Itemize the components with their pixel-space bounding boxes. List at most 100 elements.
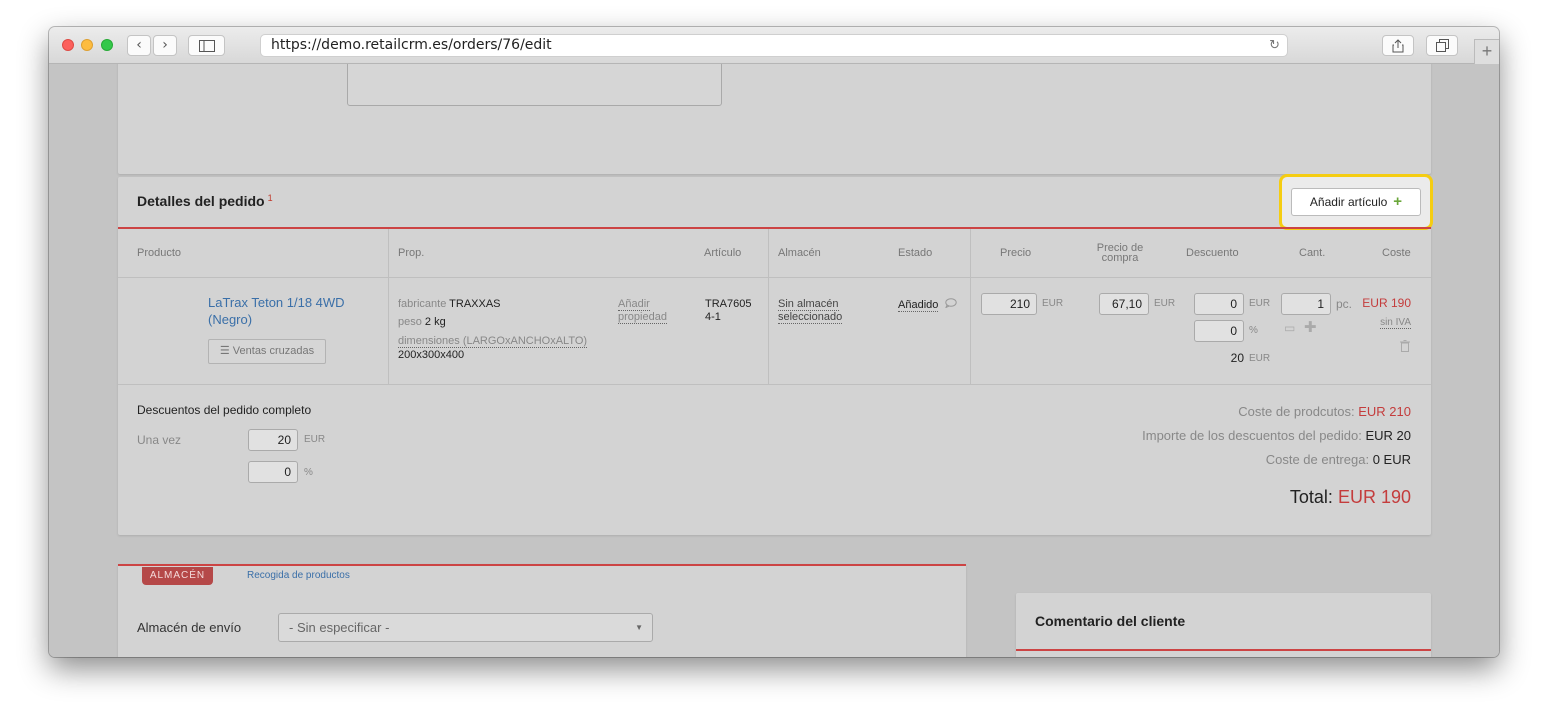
- new-tab-button[interactable]: +: [1474, 39, 1499, 64]
- add-quantity-icon[interactable]: ✚: [1304, 318, 1317, 336]
- discount-amount-input[interactable]: 0: [1194, 293, 1244, 315]
- tabs-overview-button[interactable]: [1426, 35, 1458, 56]
- product-name-link[interactable]: LaTrax Teton 1/18 4WD (Negro): [208, 294, 358, 328]
- price-unit: EUR: [1042, 298, 1064, 309]
- warehouse-value: Sin almacén seleccionado: [778, 298, 843, 324]
- col-header-product: Producto: [137, 247, 182, 259]
- status-selector[interactable]: Añadido: [898, 298, 958, 312]
- order-discount-amount-input[interactable]: 20: [248, 429, 298, 451]
- total-value: EUR 190: [1337, 487, 1411, 507]
- plus-icon: +: [1393, 193, 1403, 210]
- add-property-link[interactable]: Añadir propiedad: [618, 298, 678, 324]
- cross-sell-button[interactable]: ☰ Ventas cruzadas: [208, 339, 326, 364]
- chevron-down-icon: ▼: [635, 623, 643, 632]
- discount-total-unit: EUR: [1249, 353, 1271, 364]
- customer-comment-card: Comentario del cliente: [1016, 593, 1431, 657]
- add-item-button[interactable]: Añadir artículo +: [1291, 188, 1421, 216]
- shipping-warehouse-label: Almacén de envío: [137, 620, 242, 635]
- prop-key: fabricante: [398, 298, 447, 310]
- prop-weight: peso 2 kg: [398, 316, 446, 328]
- products-cost-row: Coste de prodcutos: EUR 210: [1238, 404, 1411, 419]
- share-icon: [1392, 39, 1404, 53]
- back-button[interactable]: ‹: [127, 35, 151, 56]
- share-button[interactable]: [1382, 35, 1414, 56]
- browser-window: ‹ › https://demo.retailcrm.es/orders/76/…: [49, 27, 1499, 657]
- split-icon[interactable]: ▭: [1284, 321, 1295, 335]
- warehouse-card: ALMACÉN Recogida de productos Almacén de…: [118, 564, 966, 657]
- column-divider: [768, 229, 769, 385]
- prop-value: 2 kg: [424, 316, 446, 328]
- col-header-price: Precio: [1000, 247, 1032, 259]
- discount-amount-unit: EUR: [1249, 298, 1271, 309]
- prop-manufacturer: fabricante TRAXXAS: [398, 298, 501, 310]
- order-details-card: Detalles del pedido 1 Añadir artículo + Pr…: [118, 174, 1433, 535]
- status-value: Añadido: [898, 299, 939, 312]
- minimize-window-button[interactable]: [81, 39, 93, 51]
- order-details-divider: [118, 227, 1431, 229]
- zoom-window-button[interactable]: [101, 39, 113, 51]
- once-label: Una vez: [137, 433, 182, 447]
- column-divider: [388, 229, 389, 385]
- price-input[interactable]: 210: [981, 293, 1037, 315]
- vat-selector[interactable]: sin IVA: [1348, 317, 1411, 329]
- quantity-input[interactable]: 1: [1281, 293, 1331, 315]
- previous-textarea[interactable]: [347, 64, 722, 106]
- sidebar-toggle-button[interactable]: [188, 35, 225, 56]
- col-header-quantity: Cant.: [1299, 247, 1326, 259]
- vat-value: sin IVA: [1380, 317, 1411, 329]
- products-cost-label: Coste de prodcutos:: [1238, 404, 1355, 419]
- delivery-cost-value: 0 EUR: [1372, 452, 1411, 467]
- comment-icon[interactable]: [945, 298, 958, 309]
- products-cost-value: EUR 210: [1358, 404, 1411, 419]
- item-cost: EUR 190: [1362, 296, 1411, 310]
- col-header-discount: Descuento: [1186, 247, 1239, 259]
- add-item-label: Añadir artículo: [1309, 195, 1388, 209]
- trash-icon[interactable]: [1400, 340, 1410, 352]
- customer-comment-divider: [1016, 649, 1431, 651]
- prop-dimensions: dimensiones (LARGOxANCHOxALTO): [398, 335, 588, 348]
- list-icon: ☰: [219, 345, 230, 357]
- order-details-badge: 1: [267, 193, 273, 203]
- order-discount-percent-unit: %: [304, 467, 313, 478]
- warehouse-selector[interactable]: Sin almacén seleccionado: [778, 298, 858, 324]
- url-text: https://demo.retailcrm.es/orders/76/edit: [271, 37, 552, 53]
- close-window-button[interactable]: [62, 39, 74, 51]
- tab-warehouse[interactable]: ALMACÉN: [142, 567, 213, 585]
- warehouse-divider: [118, 564, 966, 566]
- sidebar-icon: [198, 40, 215, 52]
- col-header-warehouse: Almacén: [778, 247, 821, 259]
- discount-percent-input[interactable]: 0: [1194, 320, 1244, 342]
- prop-value: TRAXXAS: [449, 298, 501, 310]
- col-header-cost: Coste: [1382, 247, 1411, 259]
- purchase-price-input[interactable]: 67,10: [1099, 293, 1149, 315]
- item-row-divider: [118, 384, 1431, 385]
- prop-dimensions-value: 200x300x400: [398, 349, 465, 361]
- purchase-price-unit: EUR: [1154, 298, 1176, 309]
- delivery-cost-label: Coste de entrega:: [1265, 452, 1370, 467]
- header-row-divider: [118, 277, 1431, 278]
- order-discount-summary-value: EUR 20: [1365, 428, 1411, 443]
- cross-sell-label: Ventas cruzadas: [232, 345, 315, 357]
- shipping-warehouse-select[interactable]: - Sin especificar - ▼: [278, 613, 653, 642]
- tabs-icon: [1435, 39, 1449, 52]
- tab-product-pickup[interactable]: Recogida de productos: [247, 570, 350, 581]
- order-discounts-title: Descuentos del pedido completo: [137, 403, 312, 417]
- forward-button[interactable]: ›: [153, 35, 177, 56]
- order-details-title-text: Detalles del pedido: [137, 193, 265, 209]
- col-header-props: Prop.: [398, 247, 425, 259]
- shipping-warehouse-value: - Sin especificar -: [289, 620, 390, 635]
- order-discount-amount-unit: EUR: [304, 434, 326, 445]
- col-header-status: Estado: [898, 247, 933, 259]
- address-bar[interactable]: https://demo.retailcrm.es/orders/76/edit…: [260, 34, 1288, 57]
- discount-percent-unit: %: [1249, 325, 1258, 336]
- order-discount-percent-input[interactable]: 0: [248, 461, 298, 483]
- prop-key: dimensiones (LARGOxANCHOxALTO): [398, 335, 588, 348]
- discount-total: 20: [1230, 351, 1244, 365]
- reload-icon[interactable]: ↻: [1269, 35, 1280, 56]
- delivery-cost-row: Coste de entrega: 0 EUR: [1266, 452, 1411, 467]
- total-row: Total: EUR 190: [1290, 487, 1411, 508]
- order-discount-row: Importe de los descuentos del pedido: EU…: [1142, 428, 1411, 443]
- item-sku: TRA76054-1: [705, 298, 752, 323]
- order-discount-summary-label: Importe de los descuentos del pedido:: [1142, 428, 1362, 443]
- order-details-title: Detalles del pedido 1: [137, 193, 273, 209]
